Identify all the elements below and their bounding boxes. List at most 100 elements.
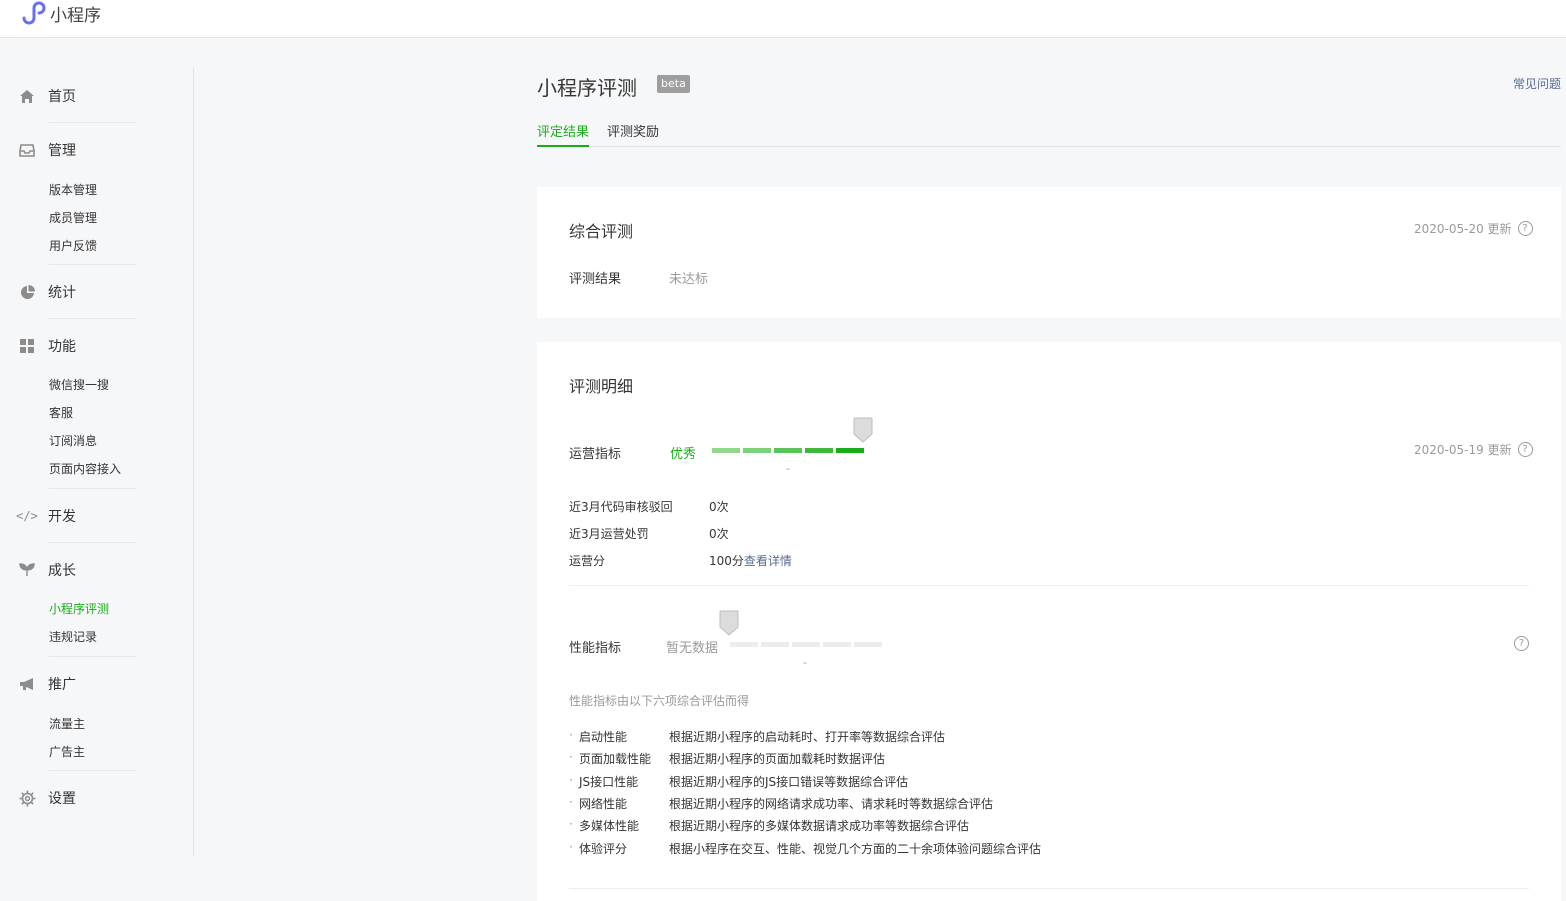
nav-wechat-search[interactable]: 微信搜一搜 — [49, 376, 109, 393]
perf-dash: - — [803, 656, 807, 669]
nav-dev-label: 开发 — [48, 509, 76, 525]
nav-divider — [49, 488, 137, 489]
perf-item-name: 页面加载性能 — [579, 752, 652, 766]
nav-page-content[interactable]: 页面内容接入 — [49, 460, 121, 477]
nav-manage[interactable]: 管理 — [18, 140, 76, 160]
help-icon[interactable]: ? — [1517, 442, 1533, 457]
ops-date: 2020-05-19 更新 ? — [1414, 441, 1533, 458]
gear-icon — [18, 789, 36, 807]
section-divider — [569, 888, 1529, 889]
nav-dev[interactable]: </> 开发 — [16, 506, 76, 526]
bullet-icon: · — [569, 773, 573, 787]
level-segment — [730, 642, 758, 647]
nav-promote[interactable]: 推广 — [18, 674, 76, 694]
ops-row-value: 0次 — [709, 500, 729, 514]
nav-home-label: 首页 — [48, 89, 76, 105]
perf-item: · 启动性能 根据近期小程序的启动耗时、打开率等数据综合评估 — [569, 728, 945, 745]
mini-program-logo-icon — [22, 1, 46, 25]
perf-item: · 页面加载性能 根据近期小程序的页面加载耗时数据评估 — [569, 750, 885, 767]
nav-features[interactable]: 功能 — [18, 336, 76, 356]
nav-divider — [49, 264, 137, 265]
level-segment — [774, 448, 802, 453]
nav-advertiser[interactable]: 广告主 — [49, 743, 85, 760]
nav-violation-records[interactable]: 违规记录 — [49, 628, 97, 645]
overall-card: 综合评测 2020-05-20 更新 ? 评测结果 未达标 — [537, 187, 1561, 318]
nav-subscribe-message[interactable]: 订阅消息 — [49, 432, 97, 449]
nav-growth[interactable]: 成长 — [18, 560, 76, 580]
nav-member-manage[interactable]: 成员管理 — [49, 209, 97, 226]
grid-icon — [18, 337, 36, 355]
perf-note: 性能指标由以下六项综合评估而得 — [569, 694, 750, 708]
ops-level-bar — [712, 448, 864, 453]
ops-row-label: 运营分 — [569, 554, 606, 568]
ops-row-value: 0次 — [709, 527, 729, 541]
sidebar-divider — [193, 68, 194, 856]
help-icon[interactable]: ? — [1517, 221, 1533, 236]
ops-row-label: 近3月运营处罚 — [569, 527, 649, 541]
tab-reward[interactable]: 评测奖励 — [607, 121, 659, 147]
tab-bar: 评定结果 评测奖励 — [537, 120, 1561, 147]
nav-home[interactable]: 首页 — [18, 86, 76, 106]
nav-growth-label: 成长 — [48, 563, 76, 579]
level-segment — [712, 448, 740, 453]
overall-title: 综合评测 — [569, 222, 634, 241]
perf-item-name: 体验评分 — [579, 842, 628, 856]
level-segment — [761, 642, 789, 647]
megaphone-icon — [18, 675, 36, 693]
view-details-link[interactable]: 查看详情 — [744, 554, 792, 568]
ops-label: 运营指标 — [569, 447, 622, 462]
perf-item: · 体验评分 根据小程序在交互、性能、视觉几个方面的二十余项体验问题综合评估 — [569, 840, 1041, 857]
nav-divider — [49, 656, 137, 657]
nav-stats-label: 统计 — [48, 285, 76, 301]
detail-card: 评测明细 运营指标 优秀 - 2020-05-19 更新 ? 近3月代码审核驳回… — [537, 342, 1561, 901]
level-segment — [743, 448, 771, 453]
bullet-icon: · — [569, 817, 573, 831]
ops-date-text: 2020-05-19 更新 — [1414, 443, 1512, 457]
nav-divider — [49, 542, 137, 543]
nav-stats[interactable]: 统计 — [18, 282, 76, 302]
perf-grade: 暂无数据 — [666, 641, 719, 656]
section-divider — [569, 585, 1529, 586]
nav-settings[interactable]: 设置 — [18, 788, 76, 808]
app-name: 小程序 — [50, 5, 101, 26]
perf-item-desc: 根据小程序在交互、性能、视觉几个方面的二十余项体验问题综合评估 — [669, 842, 1042, 856]
perf-item-desc: 根据近期小程序的网络请求成功率、请求耗时等数据综合评估 — [669, 797, 994, 811]
perf-item-name: 网络性能 — [579, 797, 628, 811]
bullet-icon: · — [569, 750, 573, 764]
nav-user-feedback[interactable]: 用户反馈 — [49, 237, 97, 254]
inbox-icon — [18, 141, 36, 159]
bullet-icon: · — [569, 840, 573, 854]
perf-level-bar — [730, 642, 882, 647]
overall-date-text: 2020-05-20 更新 — [1414, 222, 1512, 236]
top-bar: 小程序 — [0, 0, 1566, 38]
nav-settings-label: 设置 — [48, 791, 76, 807]
perf-level-marker-icon — [719, 610, 739, 636]
nav-customer-service[interactable]: 客服 — [49, 404, 73, 421]
nav-mini-program-evaluation[interactable]: 小程序评测 — [49, 600, 109, 617]
perf-item-name: 多媒体性能 — [579, 819, 640, 833]
level-segment — [823, 642, 851, 647]
bullet-icon: · — [569, 795, 573, 809]
bullet-icon: · — [569, 728, 573, 742]
ops-level-marker-icon — [853, 417, 873, 443]
nav-version-manage[interactable]: 版本管理 — [49, 181, 97, 198]
help-icon[interactable]: ? — [1514, 636, 1529, 651]
nav-divider — [49, 122, 137, 123]
perf-item-desc: 根据近期小程序的多媒体数据请求成功率等数据综合评估 — [669, 819, 970, 833]
level-segment — [854, 642, 882, 647]
logo[interactable]: 小程序 — [18, 0, 101, 26]
ops-score-value: 100分 — [709, 554, 744, 568]
tab-result[interactable]: 评定结果 — [537, 121, 590, 147]
code-icon: </> — [16, 509, 38, 523]
faq-link[interactable]: 常见问题 — [1513, 75, 1561, 92]
result-value: 未达标 — [669, 272, 709, 287]
nav-features-label: 功能 — [48, 339, 76, 355]
detail-title: 评测明细 — [569, 377, 634, 396]
overall-date: 2020-05-20 更新 ? — [1414, 220, 1533, 237]
perf-item-desc: 根据近期小程序的JS接口错误等数据综合评估 — [669, 775, 909, 789]
perf-item-desc: 根据近期小程序的启动耗时、打开率等数据综合评估 — [669, 730, 946, 744]
beta-badge: beta — [657, 75, 690, 93]
perf-item-desc: 根据近期小程序的页面加载耗时数据评估 — [669, 752, 886, 766]
nav-traffic-owner[interactable]: 流量主 — [49, 715, 85, 732]
page-title: 小程序评测 — [537, 76, 637, 100]
